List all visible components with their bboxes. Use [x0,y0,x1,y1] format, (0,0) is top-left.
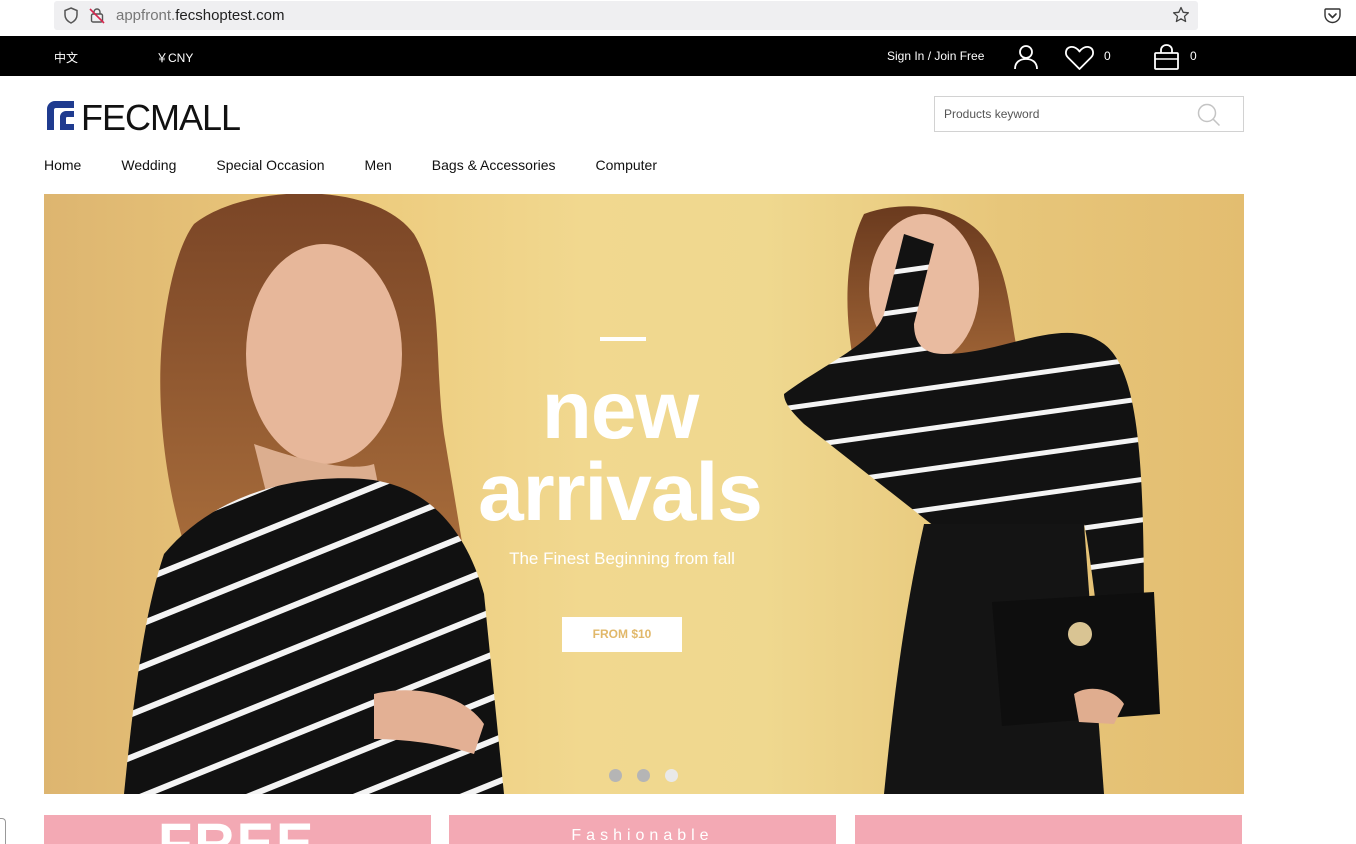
shopping-bag-icon[interactable] [1153,44,1180,71]
logo-text: FECMALL [81,99,240,133]
nav-item-wedding[interactable]: Wedding [121,157,176,175]
carousel-dots [609,769,693,782]
bookmark-star-icon[interactable] [1172,6,1190,24]
carousel-dot-3[interactable] [665,769,678,782]
browser-toolbar: appfront.fecshoptest.com [0,0,1356,36]
search-icon[interactable] [1197,103,1221,127]
user-icon[interactable] [1013,44,1039,70]
search-box [934,96,1244,132]
hero-banner[interactable]: new arrivals The Finest Beginning from f… [44,194,1244,794]
heart-icon[interactable] [1064,45,1095,71]
nav-item-home[interactable]: Home [44,157,81,175]
hero-subtitle: The Finest Beginning from fall [509,549,735,568]
fecmall-logo[interactable]: FECMALL [44,99,264,133]
nav-item-computer[interactable]: Computer [596,157,657,175]
nav-item-special-occasion[interactable]: Special Occasion [216,157,324,175]
shield-icon[interactable] [63,7,79,24]
nav-item-men[interactable]: Men [365,157,392,175]
promo-banner-fashionable[interactable]: Fashionable [449,815,836,844]
pocket-icon[interactable] [1324,7,1341,24]
hero-title-new: new [541,365,699,456]
search-input[interactable] [935,97,1185,131]
url-bar[interactable]: appfront.fecshoptest.com [54,1,1198,30]
hero-cta-button[interactable]: FROM $10 [562,617,682,652]
top-bar: 中文 ￥CNY Sign In / Join Free 0 0 [0,36,1356,76]
insecure-lock-icon[interactable] [89,7,105,24]
currency-switcher[interactable]: ￥CNY [156,49,193,66]
cart-count: 0 [1190,49,1197,63]
hero-dash [600,337,646,341]
side-tab-edge[interactable] [0,818,6,844]
promo-fashionable-text: Fashionable [571,827,714,844]
promo-banner-free[interactable]: FREE [44,815,431,844]
wishlist-count: 0 [1104,49,1111,63]
url-text[interactable]: appfront.fecshoptest.com [116,7,284,25]
hero-title-arrivals: arrivals [478,447,763,538]
main-nav: Home Wedding Special Occasion Men Bags &… [44,157,697,175]
language-switcher[interactable]: 中文 [54,49,78,66]
nav-item-bags-accessories[interactable]: Bags & Accessories [432,157,556,175]
promo-free-text: FREE [158,815,315,844]
promo-banner-3[interactable] [855,815,1242,844]
carousel-dot-1[interactable] [609,769,622,782]
carousel-dot-2[interactable] [637,769,650,782]
sign-in-link[interactable]: Sign In / Join Free [887,49,984,63]
